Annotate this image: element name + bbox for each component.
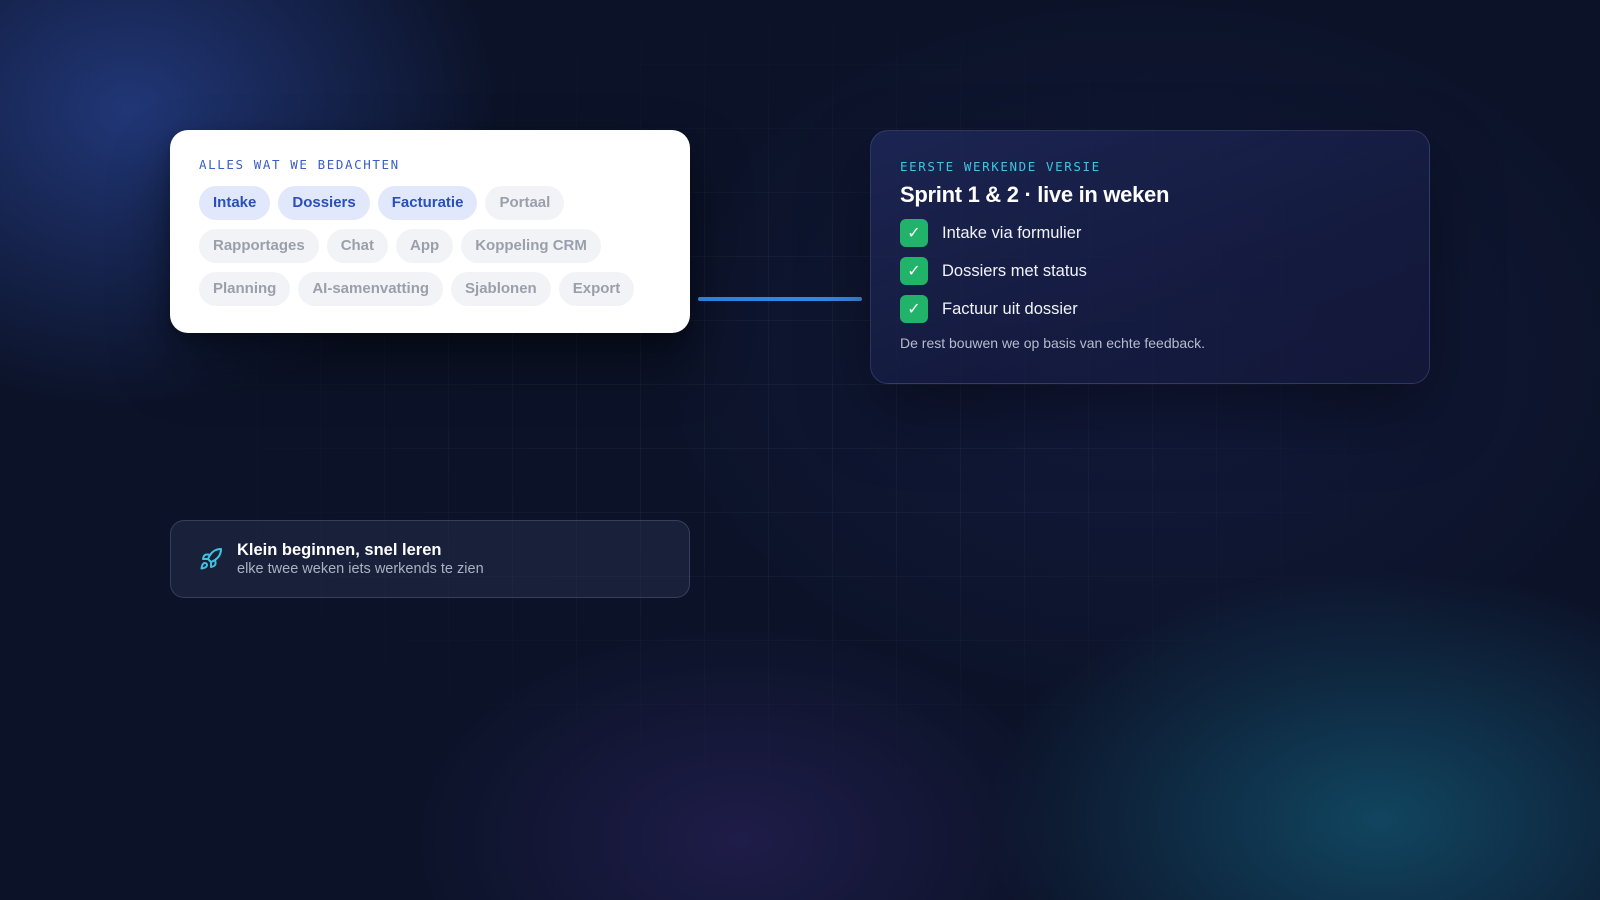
feature-chip-app: App (396, 229, 454, 263)
feature-chip-sjablonen: Sjablonen (451, 272, 551, 306)
sprint-title: Sprint 1 & 2 · live in weken (900, 182, 1170, 207)
feature-chip-rapportages: Rapportages (199, 229, 319, 263)
checklist-item-label: Dossiers met status (942, 261, 1087, 280)
first-version-eyebrow: EERSTE WERKENDE VERSIE (900, 159, 1101, 174)
all-ideas-card: ALLES WAT WE BEDACHTEN Intake Dossiers F… (170, 130, 690, 333)
callout-text: Klein beginnen, snel leren elke twee wek… (237, 540, 484, 578)
feature-chip-portaal: Portaal (485, 186, 565, 220)
first-version-card: EERSTE WERKENDE VERSIE Sprint 1 & 2 · li… (870, 130, 1430, 384)
callout-subtitle: elke twee weken iets werkends te zien (237, 561, 484, 577)
feature-chip-facturatie: Facturatie (377, 186, 478, 220)
feature-chip-planning: Planning (199, 272, 291, 306)
checklist-item: ✓ Factuur uit dossier (900, 295, 1401, 323)
checklist-item-label: Factuur uit dossier (942, 299, 1078, 318)
checklist: ✓ Intake via formulier ✓ Dossiers met st… (900, 219, 1401, 323)
principle-callout: Klein beginnen, snel leren elke twee wek… (170, 520, 690, 598)
feedback-footnote: De rest bouwen we op basis van echte fee… (900, 335, 1206, 351)
checklist-item: ✓ Dossiers met status (900, 257, 1401, 285)
connector-line (698, 297, 862, 301)
feature-chip-chat: Chat (326, 229, 389, 263)
feature-chip-list: Intake Dossiers Facturatie Portaal Rappo… (199, 186, 659, 306)
rocket-icon (200, 547, 222, 570)
checklist-item-label: Intake via formulier (942, 223, 1082, 242)
feature-chip-intake: Intake (199, 186, 271, 220)
check-icon: ✓ (900, 219, 928, 247)
feature-chip-export: Export (558, 272, 635, 306)
feature-chip-dossiers: Dossiers (278, 186, 370, 220)
check-icon: ✓ (900, 257, 928, 285)
all-ideas-eyebrow: ALLES WAT WE BEDACHTEN (199, 157, 400, 172)
callout-title: Klein beginnen, snel leren (237, 541, 442, 559)
checklist-item: ✓ Intake via formulier (900, 219, 1401, 247)
feature-chip-koppeling-crm: Koppeling CRM (461, 229, 601, 263)
feature-chip-ai-samenvatting: AI-samenvatting (298, 272, 444, 306)
check-icon: ✓ (900, 295, 928, 323)
